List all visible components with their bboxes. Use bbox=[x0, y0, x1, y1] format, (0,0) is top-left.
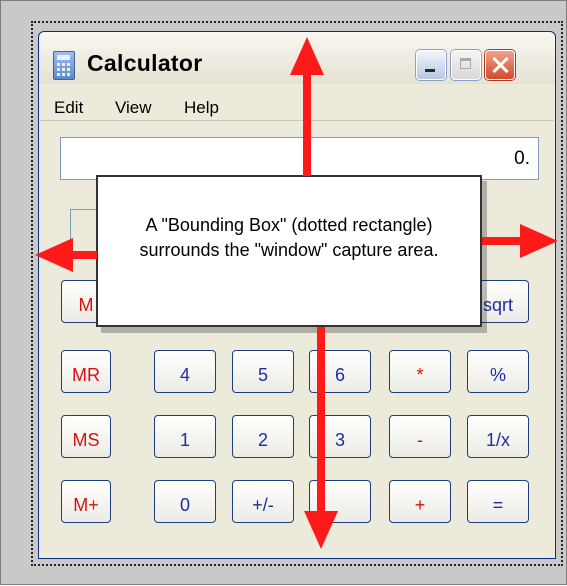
callout-text: A "Bounding Box" (dotted rectangle) surr… bbox=[139, 215, 439, 260]
menu-edit[interactable]: Edit bbox=[54, 98, 83, 118]
menu-help[interactable]: Help bbox=[184, 98, 219, 118]
key-label: 6 bbox=[334, 365, 345, 385]
key-label: 3 bbox=[334, 430, 345, 450]
key-label: 4 bbox=[179, 365, 190, 385]
percent-button[interactable]: % bbox=[467, 350, 529, 393]
memory-add-button[interactable]: M+ bbox=[61, 480, 111, 523]
calculator-icon bbox=[53, 51, 75, 80]
key-label: M+ bbox=[73, 495, 99, 515]
sign-toggle-button[interactable]: +/- bbox=[232, 480, 294, 523]
digit-1-button[interactable]: 1 bbox=[154, 415, 216, 458]
digit-6-button[interactable]: 6 bbox=[309, 350, 371, 393]
key-label bbox=[310, 481, 370, 495]
key-label: 0 bbox=[179, 495, 190, 515]
key-label: - bbox=[417, 430, 423, 450]
key-label: 2 bbox=[257, 430, 268, 450]
key-label: 1/x bbox=[485, 430, 510, 450]
key-label: + bbox=[414, 495, 426, 515]
minimize-button[interactable] bbox=[416, 50, 446, 80]
title-bar[interactable]: Calculator bbox=[39, 32, 555, 84]
equals-button[interactable]: = bbox=[467, 480, 529, 523]
key-r3c3-button[interactable] bbox=[309, 480, 371, 523]
multiply-button[interactable]: * bbox=[389, 350, 451, 393]
key-label: MS bbox=[72, 430, 100, 450]
memory-recall-button[interactable]: MR bbox=[61, 350, 111, 393]
menu-view[interactable]: View bbox=[115, 98, 152, 118]
reciprocal-button[interactable]: 1/x bbox=[467, 415, 529, 458]
key-label: = bbox=[492, 495, 504, 515]
digit-5-button[interactable]: 5 bbox=[232, 350, 294, 393]
digit-3-button[interactable]: 3 bbox=[309, 415, 371, 458]
minus-button[interactable]: - bbox=[389, 415, 451, 458]
plus-button[interactable]: + bbox=[389, 480, 451, 523]
close-button[interactable] bbox=[485, 50, 515, 80]
key-label: 1 bbox=[179, 430, 190, 450]
display-value: 0. bbox=[514, 148, 530, 169]
screenshot-canvas: Calculator Edit View Help 0. Msqrt MR 4 5 6 *… bbox=[0, 0, 567, 585]
key-label: +/- bbox=[252, 495, 274, 515]
menu-bar: Edit View Help bbox=[40, 88, 554, 121]
digit-0-button[interactable]: 0 bbox=[154, 480, 216, 523]
digit-2-button[interactable]: 2 bbox=[232, 415, 294, 458]
callout-box: A "Bounding Box" (dotted rectangle) surr… bbox=[96, 175, 482, 327]
maximize-button[interactable] bbox=[451, 50, 481, 80]
digit-4-button[interactable]: 4 bbox=[154, 350, 216, 393]
key-label: MR bbox=[72, 365, 100, 385]
key-label: 5 bbox=[257, 365, 268, 385]
key-label: * bbox=[416, 365, 424, 385]
calculator-display: 0. bbox=[60, 137, 539, 180]
memory-store-button[interactable]: MS bbox=[61, 415, 111, 458]
window-title: Calculator bbox=[87, 50, 203, 76]
key-label: % bbox=[489, 365, 506, 385]
